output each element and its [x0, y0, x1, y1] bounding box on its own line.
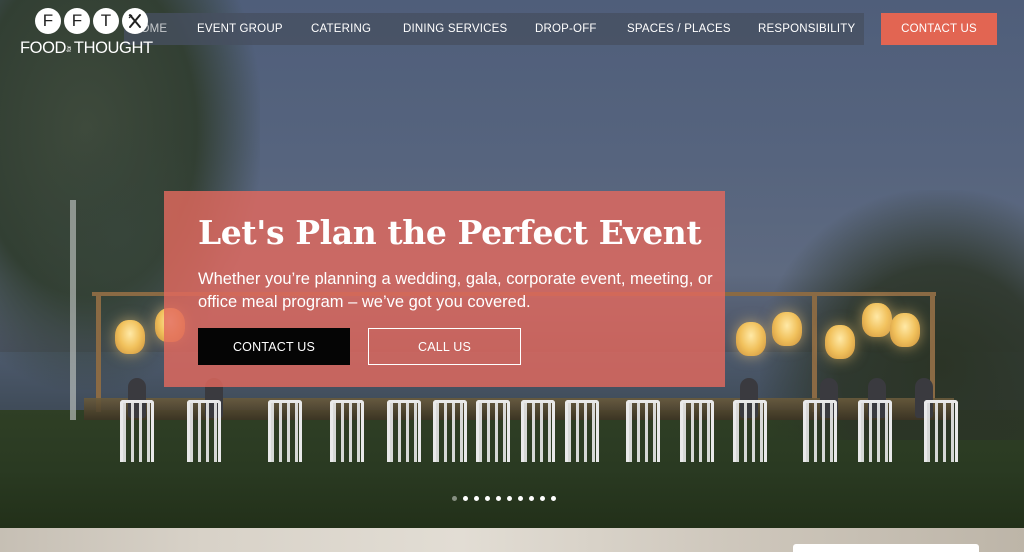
lantern	[736, 322, 766, 356]
chair	[733, 400, 767, 462]
chair	[680, 400, 714, 462]
chair	[924, 400, 958, 462]
nav-item-responsibility[interactable]: RESPONSIBILITY	[758, 23, 855, 35]
chair	[187, 400, 221, 462]
next-section-card	[793, 544, 979, 552]
hero-panel: Let's Plan the Perfect Event Whether you…	[164, 191, 725, 387]
slider-dots	[452, 496, 556, 501]
lantern	[862, 303, 892, 337]
logo-wordmark: FOODforTHOUGHT	[20, 39, 153, 58]
main-nav: HOME EVENT GROUP CATERING DINING SERVICE…	[124, 13, 864, 45]
logo-word-food: FOOD	[20, 39, 67, 57]
chair	[803, 400, 837, 462]
hero-headline: Let's Plan the Perfect Event	[198, 213, 702, 252]
slider-dot[interactable]	[529, 496, 534, 501]
hero-contact-button[interactable]: CONTACT US	[198, 328, 350, 365]
slider-dot[interactable]	[474, 496, 479, 501]
logo-word-for: for	[66, 45, 73, 52]
lantern	[890, 313, 920, 347]
slider-dot[interactable]	[507, 496, 512, 501]
chair	[521, 400, 555, 462]
chair	[268, 400, 302, 462]
logo-letter: F	[35, 8, 61, 34]
hero-subtext: Whether you’re planning a wedding, gala,…	[198, 270, 713, 311]
lantern	[115, 320, 145, 354]
chair	[626, 400, 660, 462]
logo-letter: T	[93, 8, 119, 34]
chair	[120, 400, 154, 462]
slider-dot[interactable]	[485, 496, 490, 501]
header-contact-button[interactable]: CONTACT US	[881, 13, 997, 45]
fork-knife-icon	[122, 8, 148, 34]
slider-dot[interactable]	[540, 496, 545, 501]
hero-call-button[interactable]: CALL US	[368, 328, 521, 365]
chair	[387, 400, 421, 462]
chair	[858, 400, 892, 462]
logo-word-thought: THOUGHT	[73, 39, 153, 57]
chair	[476, 400, 510, 462]
pergola-post	[96, 292, 101, 412]
nav-item-drop-off[interactable]: DROP-OFF	[535, 23, 597, 35]
slider-dot[interactable]	[452, 496, 457, 501]
logo-letter: F	[64, 8, 90, 34]
lantern	[772, 312, 802, 346]
lantern	[825, 325, 855, 359]
birch-trunk	[70, 200, 76, 420]
nav-item-spaces-places[interactable]: SPACES / PLACES	[627, 23, 731, 35]
slider-dot[interactable]	[463, 496, 468, 501]
nav-item-event-group[interactable]: EVENT GROUP	[197, 23, 283, 35]
chair	[330, 400, 364, 462]
chair	[565, 400, 599, 462]
chair	[433, 400, 467, 462]
logo-monogram: F F T	[35, 8, 148, 34]
slider-dot[interactable]	[551, 496, 556, 501]
slider-dot[interactable]	[518, 496, 523, 501]
pergola-post	[812, 292, 817, 412]
site-logo[interactable]: F F T FOODforTHOUGHT	[20, 6, 170, 62]
slider-dot[interactable]	[496, 496, 501, 501]
nav-item-dining-services[interactable]: DINING SERVICES	[403, 23, 507, 35]
nav-item-catering[interactable]: CATERING	[311, 23, 371, 35]
